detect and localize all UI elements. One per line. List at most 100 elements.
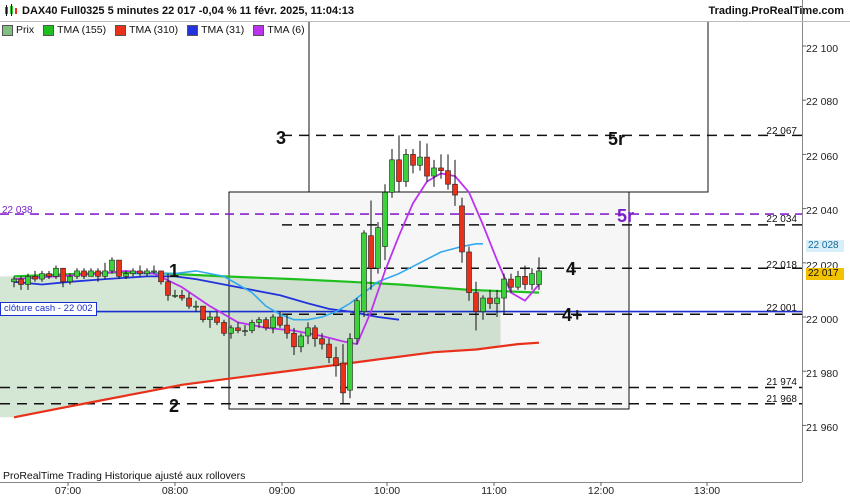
- candle-body: [179, 295, 185, 299]
- level-label-22067: 22 067: [766, 126, 797, 137]
- candlestick-app-icon[interactable]: [4, 4, 18, 17]
- candle-body: [438, 167, 444, 171]
- legend-label-tma-6: TMA (6): [267, 24, 305, 36]
- candle-body: [249, 322, 255, 331]
- x-tick-label: 08:00: [161, 485, 189, 497]
- candle-body: [417, 156, 423, 166]
- candle-body: [396, 159, 402, 182]
- legend-label-tma-310: TMA (310): [129, 24, 179, 36]
- candle-body: [277, 316, 283, 326]
- x-tick-label: 09:00: [268, 485, 296, 497]
- marker-4: 4: [566, 259, 577, 279]
- candle-body: [347, 338, 353, 391]
- candle-body: [74, 270, 80, 277]
- legend-swatch-tma-310: [115, 24, 127, 36]
- candle-body: [536, 270, 542, 285]
- marker-2: 2: [169, 396, 180, 416]
- candle-body: [39, 273, 45, 280]
- candle-body: [466, 251, 472, 293]
- y-tick-label: 22 000: [806, 314, 839, 326]
- candle-body: [424, 156, 430, 177]
- candle-body: [172, 295, 178, 297]
- last-value-tag-price: 22 017: [806, 268, 844, 280]
- candle-body: [515, 276, 521, 288]
- marker-4-plus: 4+: [562, 305, 583, 325]
- candle-body: [18, 278, 24, 285]
- candle-body: [235, 327, 241, 331]
- price-chart[interactable]: [0, 0, 850, 500]
- y-tick-label: 22 080: [806, 96, 839, 108]
- instrument-title: DAX40 Full0325 5 minutes 22 017 -0,04 % …: [22, 5, 355, 17]
- candle-body: [88, 270, 94, 277]
- marker-5r-purple: 5r: [617, 206, 635, 226]
- candle-body: [95, 270, 101, 277]
- candle-body: [375, 227, 381, 269]
- x-tick-label: 11:00: [481, 485, 507, 497]
- candle-body: [242, 330, 248, 332]
- legend-tma-155[interactable]: TMA (155): [43, 24, 106, 36]
- chart-header: DAX40 Full0325 5 minutes 22 017 -0,04 % …: [0, 0, 850, 22]
- candle-body: [333, 357, 339, 367]
- candle-body: [480, 297, 486, 312]
- chart-root: DAX40 Full0325 5 minutes 22 017 -0,04 % …: [0, 0, 850, 500]
- candle-body: [508, 278, 514, 288]
- level-label-22018: 22 018: [766, 260, 797, 271]
- candle-body: [193, 305, 199, 308]
- y-tick-label: 22 060: [806, 151, 839, 163]
- candle-body: [431, 167, 437, 177]
- candle-body: [144, 270, 150, 274]
- candle-body: [130, 270, 136, 274]
- candle-body: [151, 270, 157, 273]
- legend-swatch-prix: [2, 24, 13, 36]
- candle-body: [319, 338, 325, 345]
- candle-body: [494, 297, 500, 304]
- candle-body: [11, 278, 17, 283]
- candle-body: [32, 276, 38, 280]
- candle-body: [102, 270, 108, 277]
- marker-5r: 5r: [608, 129, 626, 149]
- candle-body: [60, 267, 66, 283]
- candle-body: [459, 205, 465, 253]
- last-value-tag-cyan: 22 028: [806, 240, 844, 252]
- candle-body: [186, 297, 192, 307]
- y-tick-label: 21 960: [806, 422, 839, 434]
- legend-prix[interactable]: Prix: [2, 24, 34, 36]
- indicator-legend: Prix TMA (155) TMA (310) TMA (31) TMA (6…: [2, 22, 314, 38]
- legend-tma-6[interactable]: TMA (6): [253, 24, 305, 36]
- candle-body: [452, 183, 458, 196]
- candle-body: [368, 235, 374, 269]
- candle-body: [67, 276, 73, 283]
- candle-body: [298, 335, 304, 348]
- level-label-22001: 22 001: [766, 303, 797, 314]
- candle-body: [522, 276, 528, 285]
- candle-body: [123, 273, 129, 277]
- legend-swatch-tma-6: [253, 24, 265, 36]
- candle-body: [200, 305, 206, 321]
- candle-body: [403, 154, 409, 182]
- candle-body: [326, 343, 332, 358]
- level-label-21968: 21 968: [766, 394, 797, 405]
- candle-body: [529, 273, 535, 285]
- candle-body: [214, 316, 220, 323]
- candle-body: [361, 232, 367, 312]
- candle-body: [158, 270, 164, 283]
- candle-body: [312, 327, 318, 339]
- level-label-21974: 21 974: [766, 377, 797, 388]
- candle-body: [389, 159, 395, 193]
- legend-tma-310[interactable]: TMA (310): [115, 24, 178, 36]
- candle-body: [305, 327, 311, 337]
- legend-tma-31[interactable]: TMA (31): [187, 24, 244, 36]
- candle-body: [354, 300, 360, 339]
- candle-body: [445, 170, 451, 185]
- footer-note: ProRealTime Trading Historique ajusté au…: [3, 470, 246, 482]
- y-tick-label: 22 100: [806, 43, 839, 55]
- candle-body: [207, 316, 213, 321]
- marker-3: 3: [276, 128, 287, 148]
- site-name[interactable]: Trading.ProRealTime.com: [708, 5, 844, 17]
- candle-body: [228, 327, 234, 334]
- candle-body: [256, 319, 262, 323]
- candle-body: [165, 281, 171, 296]
- candle-body: [116, 259, 122, 277]
- marker-1: 1: [169, 261, 180, 281]
- candle-body: [382, 192, 388, 247]
